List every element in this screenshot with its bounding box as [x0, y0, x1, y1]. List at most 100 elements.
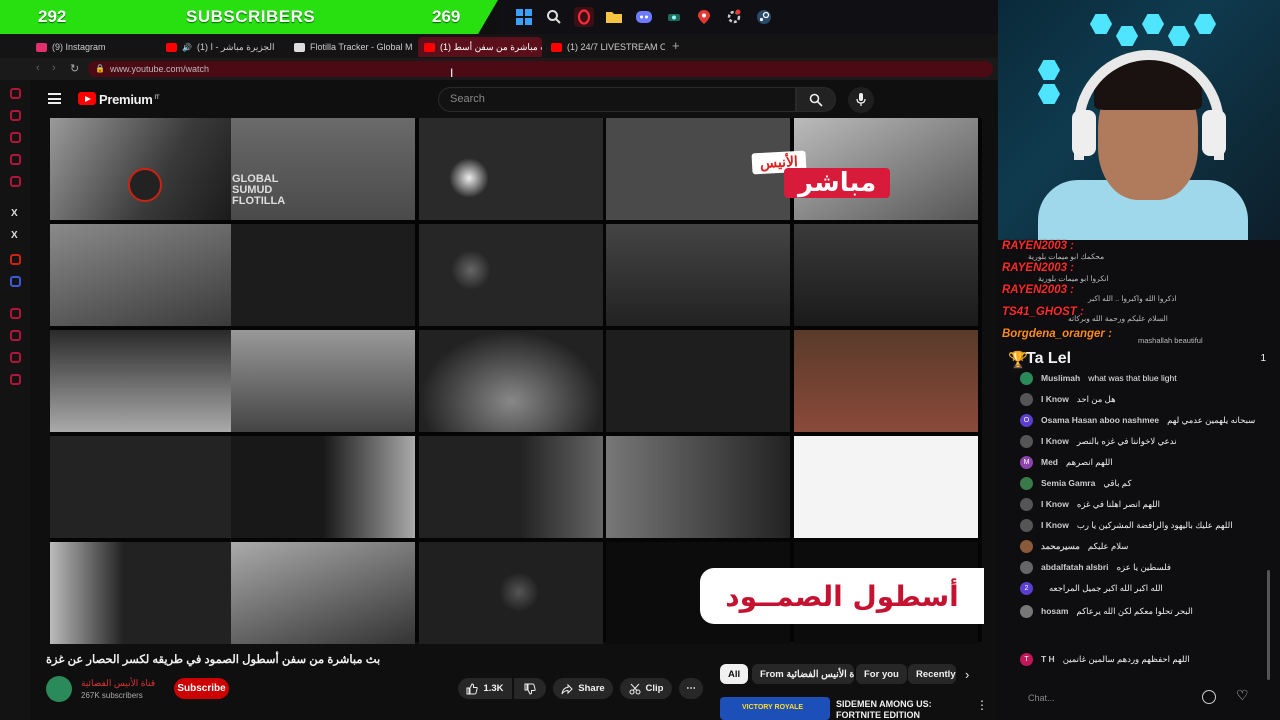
- avatar: [1020, 539, 1033, 553]
- chip-all[interactable]: All: [720, 664, 749, 684]
- opera-icon[interactable]: [574, 7, 594, 27]
- avatar: [1020, 604, 1033, 618]
- subscriber-banner: 292 SUBSCRIBERS 269: [0, 0, 498, 34]
- chat-author[interactable]: abdalfatah alsbri: [1041, 562, 1109, 572]
- dislike-button[interactable]: [514, 678, 546, 699]
- search-input[interactable]: Search: [438, 87, 796, 112]
- instagram-icon: [36, 42, 47, 52]
- camera-feed: [419, 118, 603, 220]
- avatar: M: [1020, 455, 1033, 469]
- youtube-brand[interactable]: Premium IT: [99, 92, 160, 107]
- recommendation-title[interactable]: SIDEMEN AMONG US: FORTNITE EDITION: [836, 699, 932, 720]
- reload-icon[interactable]: ↻: [70, 62, 79, 75]
- chat-author[interactable]: I Know: [1041, 436, 1069, 446]
- recommendation-title-line: FORTNITE EDITION: [836, 710, 920, 720]
- chat-author[interactable]: I Know: [1041, 520, 1069, 530]
- chat-panel: RAYEN2003 : محكمك ابو ميمات بلورية RAYEN…: [998, 240, 1280, 720]
- app-icon[interactable]: [664, 7, 684, 27]
- chat-text: اللهم انصرهم: [1066, 456, 1113, 467]
- chat-author[interactable]: Osama Hasan aboo nashmee: [1041, 415, 1159, 425]
- chat-message: O Osama Hasan aboo nashmee سبحانه يلهمين ع…: [1020, 411, 1272, 429]
- emoji-icon[interactable]: [1202, 690, 1216, 704]
- chat-author[interactable]: مسيرمحمد: [1041, 541, 1080, 552]
- share-button[interactable]: Share: [553, 678, 613, 699]
- subscribe-button[interactable]: Subscribe: [174, 678, 229, 699]
- chip-recently[interactable]: Recently: [908, 664, 956, 684]
- sidebar-icon[interactable]: [10, 352, 21, 363]
- new-tab-button[interactable]: +: [672, 38, 680, 53]
- camera-feed: [606, 330, 790, 432]
- tab-flotilla-tracker[interactable]: Flotilla Tracker - Global M: [288, 37, 413, 57]
- chip-from-channel[interactable]: From قناة الأنيس الفضائية: [752, 664, 854, 684]
- sidebar-icon[interactable]: [10, 110, 21, 121]
- settings-icon[interactable]: [724, 7, 744, 27]
- chevron-right-icon[interactable]: ›: [965, 667, 969, 682]
- subscriber-label: SUBSCRIBERS: [186, 7, 316, 26]
- forward-icon[interactable]: ›: [52, 62, 56, 74]
- tab-label: (9) Instagram: [52, 42, 106, 52]
- scissors-icon: [629, 683, 641, 694]
- lock-icon: 🔒: [95, 64, 105, 73]
- channel-name[interactable]: قناة الأنيس الفضائية: [81, 678, 155, 689]
- recommendation-thumbnail[interactable]: VICTORY ROYALE: [720, 697, 830, 720]
- tab-label: Flotilla Tracker - Global M: [310, 42, 413, 52]
- chat-author[interactable]: I Know: [1041, 394, 1069, 404]
- channel-avatar[interactable]: [46, 676, 72, 702]
- tab-flotilla-live[interactable]: (1) بث مباشرة من سفن أسط: [418, 37, 542, 57]
- address-field[interactable]: 🔒 www.youtube.com/watch: [88, 61, 993, 77]
- sidebar-icon[interactable]: [10, 254, 21, 265]
- chat-author[interactable]: hosam: [1041, 606, 1068, 616]
- tab-label: (1) بث مباشرة من سفن أسط: [440, 41, 542, 52]
- windows-icon[interactable]: [514, 7, 534, 27]
- folder-icon[interactable]: [604, 7, 624, 27]
- voice-search-button[interactable]: [848, 87, 874, 113]
- tab-strip: (9) Instagram 🔊 (1) الجزيرة مباشر - ا Fl…: [0, 34, 998, 58]
- search-icon[interactable]: [544, 7, 564, 27]
- clip-button[interactable]: Clip: [620, 678, 672, 699]
- like-button[interactable]: 1.3K: [458, 678, 512, 699]
- chat-text: ندعي لاخواننا في غزه بالنصر: [1076, 435, 1177, 446]
- camera-feed: [794, 330, 978, 432]
- search-button[interactable]: [796, 87, 836, 112]
- sidebar-icon[interactable]: [10, 276, 21, 287]
- menu-icon[interactable]: [48, 93, 61, 104]
- sidebar-icon[interactable]: [10, 374, 21, 385]
- tab-livestream[interactable]: (1) 24/7 LIVESTREAM OF: [545, 37, 665, 57]
- sidebar-icon[interactable]: [10, 88, 21, 99]
- address-bar-row: ‹ › ↻ 🔒 www.youtube.com/watch: [0, 58, 998, 80]
- sidebar-icon[interactable]: [10, 154, 21, 165]
- tab-instagram[interactable]: (9) Instagram: [30, 37, 160, 57]
- more-vertical-icon[interactable]: ⋮: [976, 698, 988, 712]
- channel-subscribers: 267K subscribers: [81, 691, 143, 700]
- chat-scrollbar[interactable]: [1267, 570, 1270, 680]
- share-label: Share: [578, 683, 605, 694]
- trophy-icon: 🏆: [1008, 352, 1028, 369]
- back-icon[interactable]: ‹: [36, 62, 40, 74]
- x-icon[interactable]: X: [11, 230, 18, 241]
- speaker-icon: 🔊: [182, 42, 192, 52]
- tab-aljazeera[interactable]: 🔊 (1) الجزيرة مباشر - ا: [160, 37, 285, 57]
- x-icon[interactable]: X: [11, 208, 18, 219]
- video-title: بث مباشرة من سفن أسطول الصمود في طريقه ل…: [46, 654, 381, 666]
- youtube-logo-icon[interactable]: [78, 92, 96, 105]
- chat-author[interactable]: Muslimah: [1041, 373, 1080, 383]
- heart-icon[interactable]: ♡: [1236, 687, 1249, 704]
- discord-icon[interactable]: [634, 7, 654, 27]
- chip-for-you[interactable]: For you: [856, 664, 907, 684]
- sidebar-icon[interactable]: [10, 176, 21, 187]
- sidebar-icon[interactable]: [10, 308, 21, 319]
- chat-text: اللهم انصر اهلنا في غزه: [1076, 498, 1160, 509]
- steam-icon[interactable]: [754, 7, 774, 27]
- chat-author[interactable]: I Know: [1041, 499, 1069, 509]
- chat-message: I Know اللهم عليك باليهود والرافضة المشرك…: [1020, 516, 1272, 534]
- sidebar-icon[interactable]: [10, 132, 21, 143]
- chat-author[interactable]: Semia Gamra: [1041, 478, 1095, 488]
- chat-author[interactable]: T H: [1041, 654, 1055, 664]
- chat-author[interactable]: Med: [1041, 457, 1058, 467]
- maps-icon[interactable]: [694, 7, 714, 27]
- chat-text: what was that blue light: [1088, 373, 1177, 383]
- alert-name: RAYEN2003 :: [1002, 240, 1075, 252]
- sidebar-icon[interactable]: [10, 330, 21, 341]
- chat-input[interactable]: Chat...: [1020, 688, 1200, 708]
- more-actions-button[interactable]: ⋯: [679, 678, 703, 699]
